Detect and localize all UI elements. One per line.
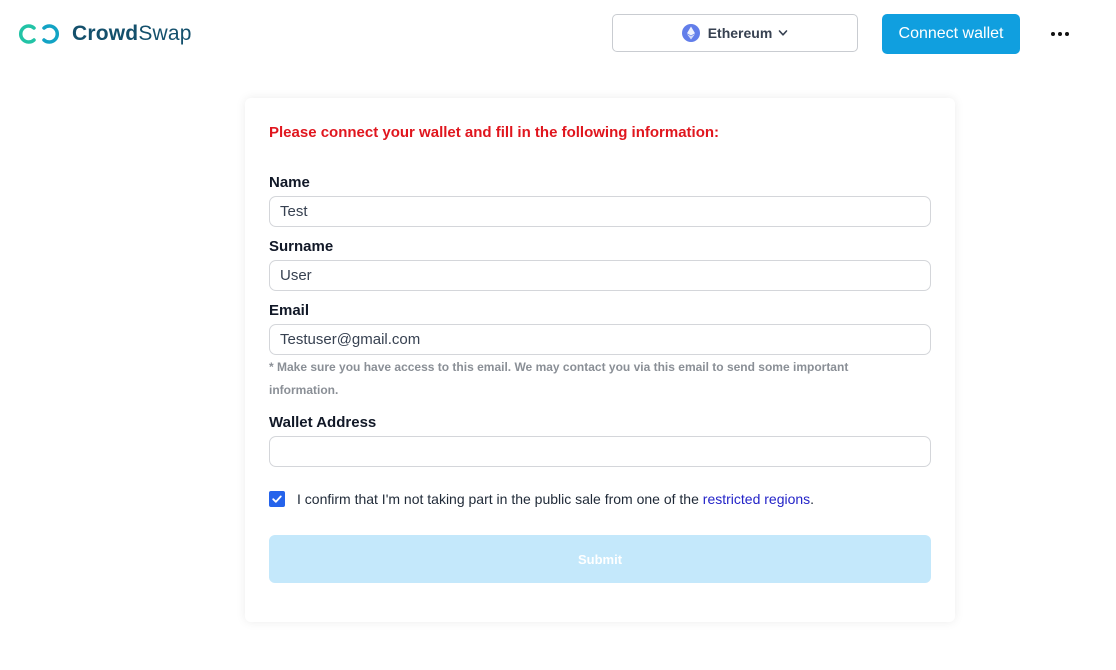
restricted-regions-link[interactable]: restricted regions: [703, 491, 810, 507]
confirm-checkbox[interactable]: [269, 491, 285, 507]
email-label: Email: [269, 302, 310, 319]
name-input[interactable]: [269, 196, 931, 227]
confirm-suffix: .: [810, 491, 815, 507]
registration-form-card: Please connect your wallet and fill in t…: [245, 98, 955, 622]
ellipsis-icon[interactable]: [1044, 22, 1076, 46]
ethereum-icon: [681, 24, 700, 42]
network-label: Ethereum: [707, 25, 773, 41]
connect-wallet-button[interactable]: Connect wallet: [882, 14, 1020, 54]
top-bar: CrowdSwap Ethereum Connect wallet: [0, 0, 1116, 70]
form-instructions: Please connect your wallet and fill in t…: [269, 124, 720, 141]
surname-input[interactable]: [269, 260, 931, 291]
wallet-address-input[interactable]: [269, 436, 931, 467]
brand-name: CrowdSwap: [72, 22, 192, 46]
email-hint: * Make sure you have access to this emai…: [269, 360, 849, 397]
surname-label: Surname: [269, 238, 334, 255]
brand-name-part-b: Swap: [138, 22, 192, 45]
submit-button[interactable]: Submit: [269, 535, 931, 583]
wallet-address-label: Wallet Address: [269, 414, 377, 431]
brand-name-part-a: Crowd: [72, 22, 139, 45]
crowdswap-logo[interactable]: CrowdSwap: [14, 22, 192, 46]
email-input[interactable]: [269, 324, 931, 355]
name-label: Name: [269, 174, 310, 191]
checkmark-icon: [272, 495, 282, 503]
confirm-text: I confirm that I'm not taking part in th…: [297, 491, 814, 507]
network-selector[interactable]: Ethereum: [612, 14, 858, 52]
chevron-down-icon: [778, 30, 788, 36]
confirm-statement: I confirm that I'm not taking part in th…: [297, 491, 699, 507]
confirm-row: I confirm that I'm not taking part in th…: [269, 491, 814, 507]
crowdswap-logo-icon: [18, 24, 60, 44]
